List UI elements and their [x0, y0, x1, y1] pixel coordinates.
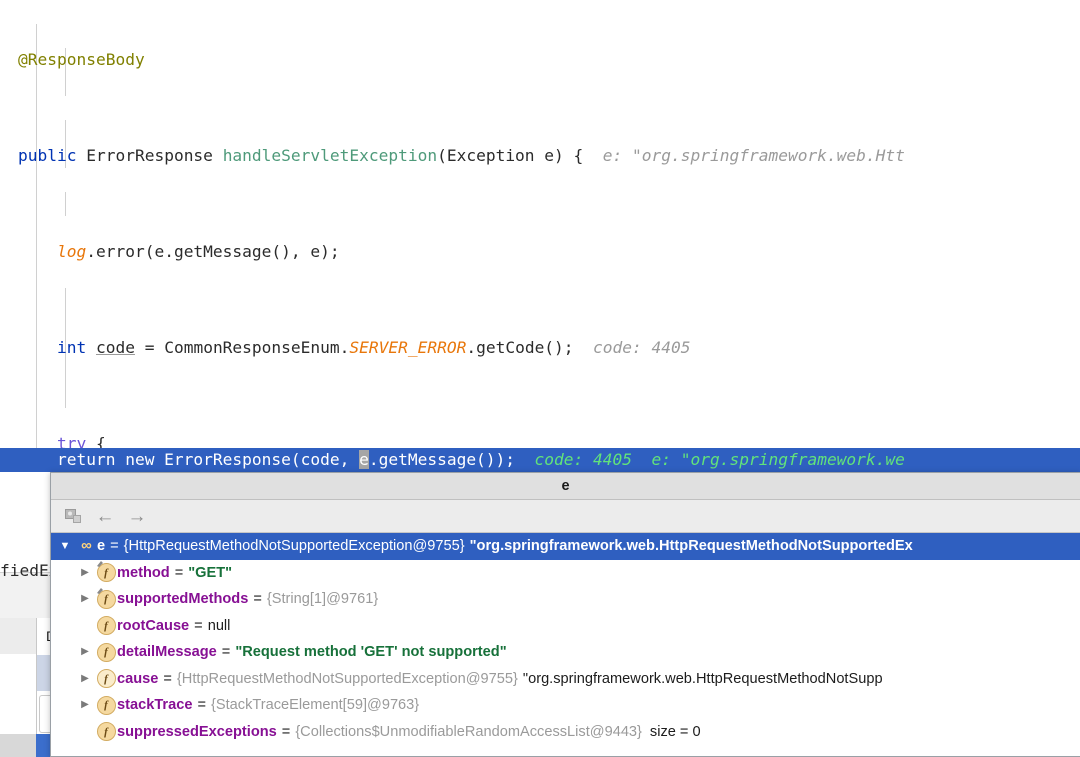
- final-pin-icon: [96, 561, 103, 568]
- tree-row-method[interactable]: ▶ f method = "GET": [51, 560, 1080, 587]
- tree-row-detailMessage[interactable]: ▶ f detailMessage = "Request method 'GET…: [51, 639, 1080, 666]
- tree-row-supportedMethods[interactable]: ▶ f supportedMethods = {String[1]@9761}: [51, 586, 1080, 613]
- expand-collapse-icon[interactable]: ▶: [75, 692, 95, 719]
- code-lines: @ResponseBody public ErrorResponse handl…: [18, 0, 1080, 500]
- variable-ref: {Collections$UnmodifiableRandomAccessLis…: [295, 723, 642, 740]
- expand-collapse-icon[interactable]: ▼: [55, 533, 75, 560]
- inline-hint-e: e: "org.springframework.web.Htt: [602, 146, 905, 165]
- variable-ref: {StackTraceElement[59]@9763}: [211, 697, 420, 713]
- field-final-icon: f: [95, 561, 117, 583]
- variable-name: rootCause: [117, 617, 190, 634]
- variable-ref: {HttpRequestMethodNotSupportedException@…: [176, 670, 518, 687]
- expand-collapse-icon[interactable]: ▶: [75, 666, 95, 693]
- code-line: int code = CommonResponseEnum.SERVER_ERR…: [56, 338, 691, 357]
- tool-window-status-strip: [0, 734, 36, 757]
- annotation-token: @ResponseBody: [18, 50, 145, 69]
- inline-hint-exec-e: e: "org.springframework.we: [651, 450, 905, 469]
- variable-name: method: [117, 564, 170, 581]
- copy-value-icon: [64, 508, 81, 523]
- variable-name: stackTrace: [117, 697, 193, 713]
- tree-row-root[interactable]: ▼ ∞ e = {HttpRequestMethodNotSupportedEx…: [51, 533, 1080, 560]
- variable-plain: "org.springframework.web.HttpRequestMeth…: [522, 670, 883, 687]
- code-line: log.error(e.getMessage(), e);: [56, 242, 340, 261]
- field-circled-icon: f: [95, 669, 117, 689]
- field-icon: f: [95, 642, 117, 662]
- expand-collapse-icon[interactable]: ▶: [75, 560, 95, 587]
- expand-collapse-icon[interactable]: ▶: [75, 586, 95, 613]
- popup-title: e: [51, 473, 1080, 500]
- equals-sign: =: [281, 723, 291, 740]
- field-icon: f: [95, 616, 117, 636]
- equals-sign: =: [221, 644, 231, 660]
- code-line: public ErrorResponse handleServletExcept…: [18, 146, 905, 165]
- back-button[interactable]: ←: [91, 503, 119, 529]
- code-line: @ResponseBody: [18, 48, 1080, 72]
- forward-button[interactable]: →: [123, 503, 151, 529]
- selected-token[interactable]: e: [359, 450, 369, 469]
- equals-sign: =: [110, 538, 119, 554]
- variable-name: suppressedExceptions: [117, 723, 277, 740]
- tree-row-suppressedExceptions[interactable]: f suppressedExceptions = {Collections$Un…: [51, 719, 1080, 746]
- value-inspector-popup[interactable]: e ← → ▼ ∞ e = {HttpRequestMethodNotSuppo…: [50, 472, 1080, 757]
- variable-name: e: [97, 538, 106, 554]
- inline-hint-exec-code: code: 4405: [534, 450, 633, 469]
- equals-sign: =: [194, 617, 203, 634]
- execution-line-gutter: [0, 448, 18, 472]
- copy-value-button[interactable]: [59, 503, 87, 529]
- variable-size: size = 0: [649, 723, 701, 740]
- back-arrow-icon: ←: [95, 505, 115, 527]
- execution-line[interactable]: return new ErrorResponse(code, e.getMess…: [18, 448, 905, 472]
- inline-hint-code: code: 4405: [593, 338, 691, 357]
- equals-sign: =: [163, 670, 172, 687]
- expand-collapse-icon[interactable]: ▶: [75, 639, 95, 666]
- equals-sign: =: [197, 697, 206, 713]
- final-pin-icon: [96, 587, 103, 594]
- code-editor[interactable]: @ResponseBody public ErrorResponse handl…: [0, 0, 1080, 500]
- ide-window: @ResponseBody public ErrorResponse handl…: [0, 0, 1080, 757]
- variable-name: supportedMethods: [117, 591, 249, 607]
- field-icon: f: [95, 722, 117, 742]
- variable-string: "Request method 'GET' not supported": [235, 644, 507, 660]
- variable-name: cause: [117, 670, 159, 687]
- tree-row-stackTrace[interactable]: ▶ f stackTrace = {StackTraceElement[59]@…: [51, 692, 1080, 719]
- variable-string: "org.springframework.web.HttpRequestMeth…: [469, 538, 913, 554]
- variable-ref: {String[1]@9761}: [266, 591, 379, 607]
- equals-sign: =: [253, 591, 262, 607]
- popup-toolbar[interactable]: ← →: [51, 500, 1080, 533]
- variable-string: "GET": [188, 564, 233, 581]
- variable-name: detailMessage: [117, 644, 217, 660]
- field-icon: f: [95, 695, 117, 715]
- tree-row-cause[interactable]: ▶ f cause = {HttpRequestMethodNotSupport…: [51, 666, 1080, 693]
- variables-tree[interactable]: ▼ ∞ e = {HttpRequestMethodNotSupportedEx…: [51, 533, 1080, 756]
- forward-arrow-icon: →: [127, 505, 147, 527]
- variable-null: null: [207, 617, 231, 634]
- equals-sign: =: [174, 564, 184, 581]
- editor-gutter[interactable]: [0, 0, 18, 500]
- watch-infinity-icon: ∞: [81, 537, 92, 554]
- tree-row-rootCause[interactable]: f rootCause = null: [51, 613, 1080, 640]
- variable-ref: {HttpRequestMethodNotSupportedException@…: [123, 538, 465, 554]
- field-final-icon: f: [95, 587, 117, 609]
